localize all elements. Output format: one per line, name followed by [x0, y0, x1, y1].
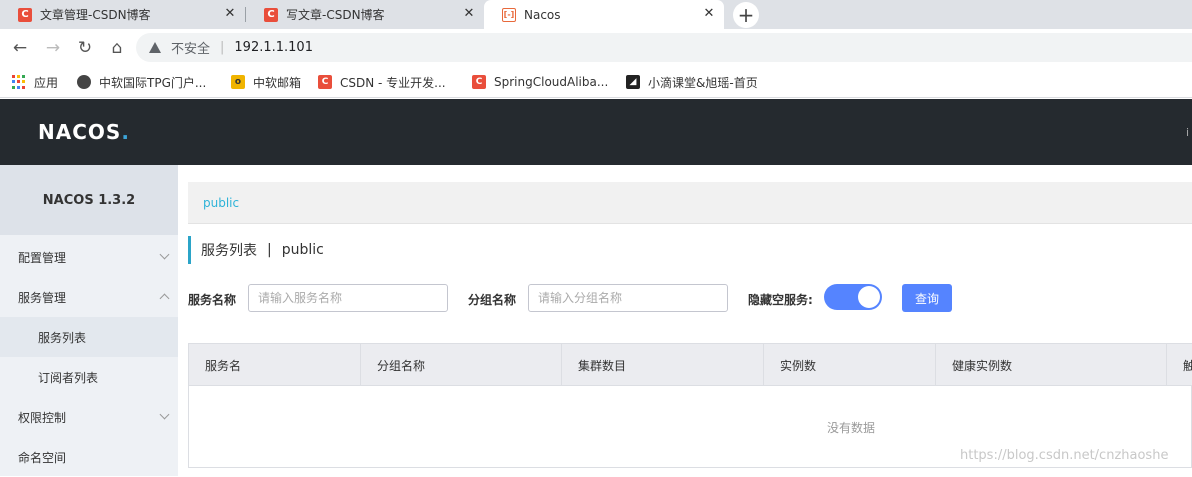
security-label: 不安全	[171, 42, 211, 57]
page-title: 服务列表 | public	[188, 236, 324, 264]
sidebar-item-label: 权限控制	[18, 410, 67, 425]
column-header-healthy-instances[interactable]: 健康实例数	[936, 344, 1167, 386]
app-header: NACOS.	[0, 99, 1192, 165]
sidebar-item-label: 命名空间	[18, 450, 67, 465]
warning-icon	[149, 42, 161, 53]
close-icon[interactable]: ✕	[702, 7, 716, 21]
bookmark-label: 应用	[34, 75, 59, 90]
sidebar-item-subscriber-list[interactable]: 订阅者列表	[0, 357, 178, 397]
logo-dot: .	[121, 120, 130, 144]
column-header-group-name[interactable]: 分组名称	[361, 344, 562, 386]
new-tab-button[interactable]: +	[733, 2, 759, 28]
sidebar-item-label: 服务管理	[18, 290, 67, 305]
tab-article-manage[interactable]: C 文章管理-CSDN博客 ✕	[0, 0, 245, 29]
back-arrow-icon[interactable]: ←	[9, 37, 31, 59]
sidebar-item-service-list[interactable]: 服务列表	[0, 317, 178, 357]
bookmark-xdclass[interactable]: ◢ 小滴课堂&旭瑶-首页	[626, 72, 758, 92]
namespace-link-public[interactable]: public	[203, 196, 239, 210]
sidebar: NACOS 1.3.2 配置管理 服务管理 服务列表 订阅者列表 权限控制 命名…	[0, 165, 178, 476]
bookmarks-bar: 应用 中软国际TPG门户... o 中软邮箱 C CSDN - 专业开发... …	[0, 66, 1192, 98]
browser-tab-bar: C 文章管理-CSDN博客 ✕ C 写文章-CSDN博客 ✕ [-] Nacos…	[0, 0, 1192, 29]
column-header-trigger[interactable]: 触	[1167, 344, 1192, 386]
forward-arrow-icon[interactable]: →	[42, 37, 64, 59]
service-name-input[interactable]	[248, 284, 448, 312]
address-bar[interactable]: 不安全 | 192.1.1.101	[136, 33, 1192, 62]
close-icon[interactable]: ✕	[462, 7, 476, 21]
header-menu-edge[interactable]: i	[1186, 126, 1189, 139]
xdclass-icon: ◢	[626, 75, 640, 89]
bookmark-label: CSDN - 专业开发...	[340, 75, 446, 90]
tab-nacos[interactable]: [-] Nacos ✕	[484, 0, 724, 29]
sidebar-item-access-control[interactable]: 权限控制	[0, 397, 178, 437]
sidebar-item-label: 订阅者列表	[38, 370, 99, 385]
chevron-down-icon	[159, 249, 170, 260]
page-title-text: 服务列表	[201, 243, 257, 259]
sidebar-item-label: 配置管理	[18, 250, 67, 265]
nacos-icon: [-]	[502, 7, 516, 22]
apps-icon	[12, 75, 26, 89]
group-name-label: 分组名称	[468, 293, 517, 307]
csdn-icon: C	[18, 7, 32, 22]
service-name-label: 服务名称	[188, 293, 237, 307]
globe-icon	[77, 75, 91, 89]
bookmark-label: SpringCloudAliba...	[494, 75, 609, 89]
column-header-service-name[interactable]: 服务名	[189, 344, 361, 386]
column-header-instance-count[interactable]: 实例数	[764, 344, 936, 386]
browser-toolbar: ← → ↻ ⌂ 不安全 | 192.1.1.101	[0, 29, 1192, 66]
csdn-icon: C	[472, 75, 486, 89]
column-header-cluster-count[interactable]: 集群数目	[562, 344, 764, 386]
tab-label: 文章管理-CSDN博客	[40, 8, 151, 22]
bookmark-label: 小滴课堂&旭瑶-首页	[648, 75, 758, 90]
page-title-namespace: public	[281, 242, 324, 258]
bookmark-apps[interactable]: 应用	[12, 72, 58, 92]
toggle-knob	[858, 286, 880, 308]
sidebar-item-config-manage[interactable]: 配置管理	[0, 237, 178, 277]
tab-label: 写文章-CSDN博客	[286, 8, 385, 22]
chevron-up-icon	[159, 293, 170, 304]
bookmark-mail[interactable]: o 中软邮箱	[231, 72, 301, 92]
url-text: 192.1.1.101	[234, 40, 313, 55]
csdn-icon: C	[264, 7, 278, 22]
logo-text: NACOS	[38, 120, 122, 144]
title-separator: |	[267, 242, 272, 258]
query-button[interactable]: 查询	[902, 284, 952, 312]
bookmark-label: 中软国际TPG门户...	[99, 75, 207, 90]
tab-label: Nacos	[524, 7, 561, 22]
bookmark-label: 中软邮箱	[253, 75, 302, 90]
hide-empty-label: 隐藏空服务:	[748, 293, 813, 307]
address-divider: |	[220, 40, 225, 55]
mail-icon: o	[231, 75, 245, 89]
sidebar-item-service-manage[interactable]: 服务管理	[0, 277, 178, 317]
table-header: 服务名 分组名称 集群数目 实例数 健康实例数 触	[189, 344, 1192, 386]
hide-empty-toggle[interactable]	[824, 284, 882, 310]
reload-icon[interactable]: ↻	[74, 37, 96, 59]
home-icon[interactable]: ⌂	[106, 37, 128, 59]
bookmark-tpg[interactable]: 中软国际TPG门户...	[77, 72, 206, 92]
bookmark-springcloud[interactable]: C SpringCloudAliba...	[472, 72, 608, 92]
group-name-input[interactable]	[528, 284, 728, 312]
version-label: NACOS 1.3.2	[0, 165, 178, 235]
close-icon[interactable]: ✕	[223, 7, 237, 21]
bookmark-csdn[interactable]: C CSDN - 专业开发...	[318, 72, 446, 92]
chevron-down-icon	[159, 409, 170, 420]
csdn-icon: C	[318, 75, 332, 89]
tab-write-article[interactable]: C 写文章-CSDN博客 ✕	[246, 0, 484, 29]
nacos-logo[interactable]: NACOS.	[38, 120, 130, 144]
watermark: https://blog.csdn.net/cnzhaoshe	[960, 448, 1169, 463]
namespace-bar: public	[188, 182, 1192, 224]
sidebar-item-namespace[interactable]: 命名空间	[0, 437, 178, 477]
sidebar-item-label: 服务列表	[38, 330, 87, 345]
